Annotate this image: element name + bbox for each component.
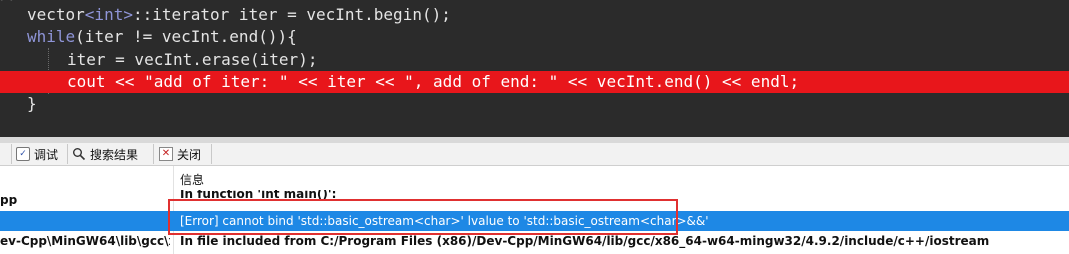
row-file-cell: ev-Cpp\MinGW64\lib\gcc\x8...	[0, 234, 170, 248]
tab-search-results[interactable]: 搜索结果	[70, 144, 154, 164]
code-token: }	[27, 94, 37, 113]
code-token: iter = vecInt.erase(iter);	[67, 50, 318, 69]
tab-debug[interactable]: ✓ 调试	[14, 144, 68, 164]
list-header: 信息	[0, 170, 1069, 190]
search-results-icon	[72, 147, 86, 161]
row-file-cell: pp	[0, 193, 18, 206]
code-line[interactable]: vector<int>::iterator iter = vecInt.begi…	[0, 4, 1069, 26]
code-token: vector	[27, 5, 85, 24]
code-token: ::iterator iter = vecInt.begin();	[132, 5, 451, 24]
code-editor[interactable]: // ... vector<int>::iterator iter = vecI…	[0, 0, 1069, 137]
debug-icon: ✓	[16, 147, 30, 161]
column-header-message[interactable]: 信息	[180, 170, 204, 190]
tab-search-results-label: 搜索结果	[90, 147, 139, 162]
code-line[interactable]: iter = vecInt.erase(iter);	[0, 49, 1069, 71]
code-line[interactable]: }	[0, 93, 1069, 115]
code-token-keyword: while	[27, 27, 76, 46]
code-token: (iter != vecInt.end()){	[75, 27, 297, 46]
code-line[interactable]: while(iter != vecInt.end()){	[0, 26, 1069, 48]
close-icon: ✕	[159, 147, 173, 161]
annotation-highlight-box	[168, 199, 678, 235]
code-token-keyword: <int>	[84, 5, 133, 24]
tab-close[interactable]: ✕ 关闭	[157, 144, 212, 164]
tab-close-label: 关闭	[177, 147, 202, 162]
code-token: cout << "add of iter: " << iter << ", ad…	[67, 72, 800, 91]
code-line-error[interactable]: cout << "add of iter: " << iter << ", ad…	[0, 71, 1069, 93]
tab-debug-label: 调试	[34, 147, 59, 162]
output-tab-bar: ✓ 调试 搜索结果 ✕ 关闭	[0, 143, 1069, 166]
tab-partial[interactable]	[0, 144, 12, 164]
